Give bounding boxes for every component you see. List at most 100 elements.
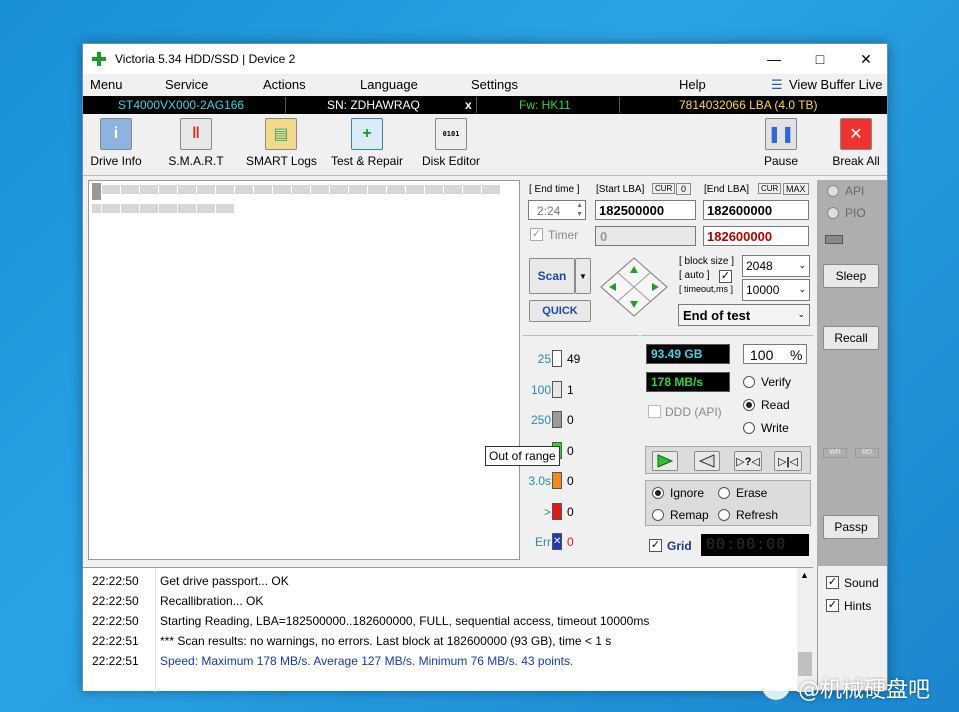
break-all-button[interactable]: ✕ Break All [831, 118, 881, 174]
drive-model[interactable]: ST4000VX000-2AG166 [118, 98, 244, 112]
list-icon: ☰ [771, 77, 783, 92]
write-radio[interactable] [743, 422, 755, 434]
refresh-radio[interactable] [718, 509, 730, 521]
end-lba-label: [End LBA] [704, 184, 750, 195]
sound-checkbox[interactable]: ✓ [826, 576, 839, 589]
block-cell [434, 185, 443, 194]
block-cell [215, 204, 225, 213]
sleep-button[interactable]: Sleep [823, 264, 879, 288]
menu-item-menu[interactable]: Menu [90, 77, 123, 92]
view-buffer-live[interactable]: View Buffer Live [789, 77, 882, 92]
direction-pad[interactable] [599, 256, 669, 318]
start-zero-button[interactable]: 0 [676, 183, 692, 195]
log-time: 22:22:50 [92, 614, 139, 628]
pio-radio[interactable] [827, 207, 839, 219]
serial-x[interactable]: x [465, 98, 472, 112]
start-lba-input[interactable]: 182500000 [595, 200, 696, 220]
smart-label: S.M.A.R.T [168, 154, 224, 168]
disk-editor-label: Disk Editor [421, 154, 480, 168]
block-cell [472, 185, 481, 194]
end-action-select[interactable]: End of test ⌄ [678, 304, 810, 326]
chevron-down-icon: ⌄ [797, 309, 805, 319]
api-radio[interactable] [827, 185, 839, 197]
block-size-label: [ block size ] [679, 256, 735, 267]
block-cell [111, 204, 120, 213]
stat-swatch [552, 380, 562, 398]
timeout-label: [ timeout,ms ] [679, 284, 734, 294]
read-radio[interactable] [743, 399, 755, 411]
timer-checkbox[interactable]: ✓ [530, 228, 543, 241]
close-button[interactable]: ✕ [843, 44, 889, 74]
ddd-checkbox[interactable] [648, 405, 661, 418]
block-cell [120, 204, 130, 213]
back-button[interactable] [694, 451, 720, 471]
ddd-label: DDD (API) [665, 405, 722, 419]
end-cur-button[interactable]: CUR [758, 183, 782, 194]
test-repair-button[interactable]: + Test & Repair [329, 118, 405, 174]
ignore-radio[interactable] [652, 487, 664, 499]
end-max-button[interactable]: MAX [783, 183, 809, 195]
menu-item-service[interactable]: Service [165, 77, 208, 92]
start-cur-button[interactable]: CUR [652, 183, 676, 194]
end-lba-input[interactable]: 182600000 [703, 200, 809, 220]
menu-item-help[interactable]: Help [679, 77, 706, 92]
drive-info-button[interactable]: i Drive Info [88, 118, 144, 174]
skip-random-button[interactable]: ▷?◁ [734, 451, 762, 471]
stat-label: 250 [530, 413, 551, 427]
log-panel: 22:22:50 Get drive passport... OK 22:22:50… [83, 567, 813, 692]
app-cross-icon [92, 52, 106, 66]
remap-radio[interactable] [652, 509, 664, 521]
block-cell [225, 204, 234, 213]
menu-item-settings[interactable]: Settings [471, 77, 518, 92]
quick-button[interactable]: QUICK [529, 300, 591, 322]
elapsed-clock: 00:00:00 [701, 534, 809, 556]
app-window: Victoria 5.34 HDD/SSD | Device 2 — □ ✕ M… [82, 43, 888, 692]
stat-swatch [552, 502, 562, 520]
menu-item-language[interactable]: Language [360, 77, 418, 92]
auto-label: [ auto ] [679, 270, 710, 281]
refresh-label: Refresh [736, 508, 779, 522]
scan-dropdown[interactable]: ▼ [575, 258, 591, 294]
grid-checkbox[interactable]: ✓ [649, 539, 662, 552]
window-title: Victoria 5.34 HDD/SSD | Device 2 [115, 52, 296, 66]
rd-indicator: RD [855, 448, 879, 458]
menu-item-actions[interactable]: Actions [263, 77, 306, 92]
erase-radio[interactable] [718, 487, 730, 499]
verify-radio[interactable] [743, 376, 755, 388]
end-time-field[interactable]: 2:24 ▲ ▼ [528, 200, 586, 220]
block-size-select[interactable]: 2048 ⌄ [742, 255, 810, 277]
side-panel: API PIO Sleep Recall WR RD Passp ✓ Sound… [817, 180, 887, 690]
passp-button[interactable]: Passp [823, 515, 879, 539]
smart-logs-button[interactable]: ▤ SMART Logs [246, 118, 317, 174]
break-all-label: Break All [832, 154, 880, 168]
block-cell [291, 185, 301, 194]
percent-sign: % [790, 347, 803, 363]
watermark: @机械硬盘吧 [798, 678, 931, 703]
chevron-down-icon: ⌄ [798, 260, 806, 270]
timer-value: 0 [600, 229, 608, 244]
pause-button[interactable]: ❚❚ Pause [761, 118, 801, 174]
disk-editor-button[interactable]: 0101 Disk Editor [420, 118, 482, 174]
auto-checkbox[interactable]: ✓ [719, 270, 732, 283]
scan-button[interactable]: Scan [529, 258, 575, 294]
smart-button[interactable]: ‖ S.M.A.R.T [167, 118, 225, 174]
block-cell [367, 185, 377, 194]
end-time-value: 2:24 [537, 204, 561, 218]
play-button[interactable] [652, 451, 678, 471]
block-cell [443, 185, 453, 194]
maximize-button[interactable]: □ [797, 44, 843, 74]
block-cell [101, 204, 111, 213]
ignore-label: Ignore [670, 486, 705, 500]
playback-controls: ▷?◁ ▷|◁ [645, 446, 811, 474]
minimize-button[interactable]: — [751, 44, 797, 74]
title-bar: Victoria 5.34 HDD/SSD | Device 2 — □ ✕ [83, 44, 887, 74]
block-cell [377, 185, 386, 194]
timeout-select[interactable]: 10000 ⌄ [742, 279, 810, 301]
hints-checkbox[interactable]: ✓ [826, 599, 839, 612]
scroll-up-icon[interactable]: ▲ [800, 570, 809, 580]
recall-button[interactable]: Recall [823, 326, 879, 350]
percent-readout: 100% [743, 344, 807, 364]
stat-count: 0 [567, 535, 574, 549]
end-to-end-button[interactable]: ▷|◁ [774, 451, 802, 471]
block-cell [206, 204, 215, 213]
